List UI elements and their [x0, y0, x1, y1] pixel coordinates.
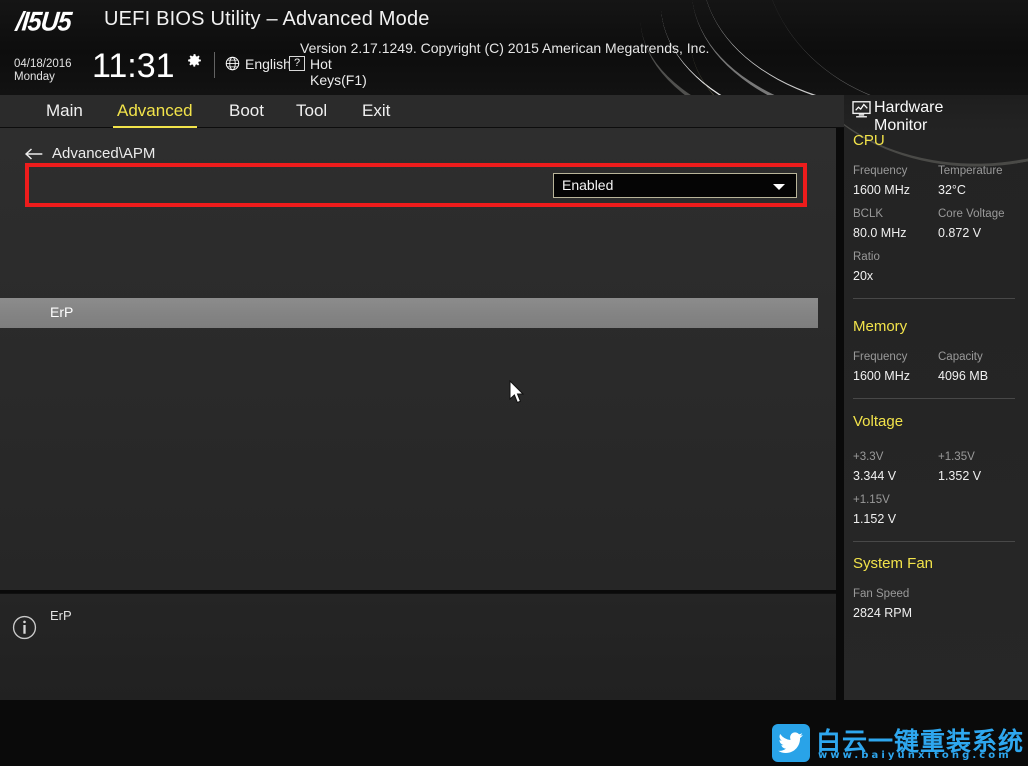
- section-title-voltage: Voltage: [853, 413, 904, 430]
- voltage-33v-value: 3.344 V: [853, 469, 897, 483]
- info-circle-icon: [12, 615, 37, 640]
- decorative-swoosh: [0, 700, 410, 766]
- tab-exit[interactable]: Exit: [358, 95, 394, 128]
- decorative-swoosh: [0, 700, 406, 766]
- memory-capacity-key: Capacity: [938, 351, 983, 363]
- cpu-core-voltage-value: 0.872 V: [938, 226, 982, 240]
- date-text: 04/18/2016: [14, 58, 72, 70]
- erp-value-dropdown[interactable]: Enabled: [553, 173, 797, 198]
- chevron-down-icon[interactable]: [773, 184, 785, 190]
- header-divider: [214, 52, 215, 78]
- fan-speed-value: 2824 RPM: [853, 606, 913, 620]
- section-title-system-fan: System Fan: [853, 555, 934, 572]
- language-label[interactable]: English: [245, 56, 291, 72]
- tab-advanced[interactable]: Advanced: [113, 95, 197, 128]
- gear-icon[interactable]: [186, 52, 203, 69]
- setting-row-erp[interactable]: ErP: [0, 298, 818, 328]
- cpu-ratio-value: 20x: [853, 269, 874, 283]
- cpu-temperature-key: Temperature: [938, 165, 1003, 177]
- decorative-swoosh: [684, 0, 1028, 95]
- bird-icon: [778, 732, 803, 753]
- cpu-ratio-key: Ratio: [853, 251, 880, 263]
- memory-frequency-value: 1600 MHz: [853, 369, 910, 383]
- cpu-frequency-value: 1600 MHz: [853, 183, 910, 197]
- fan-speed-key: Fan Speed: [853, 588, 910, 600]
- question-mark-icon[interactable]: ?: [289, 56, 305, 71]
- weekday-text: Monday: [14, 71, 55, 83]
- memory-capacity-value: 4096 MB: [938, 369, 989, 383]
- version-copyright-text: Version 2.17.1249. Copyright (C) 2015 Am…: [300, 40, 710, 56]
- page-title: UEFI BIOS Utility – Advanced Mode: [104, 8, 430, 30]
- setting-label-erp: ErP: [50, 304, 74, 320]
- voltage-135v-key: +1.35V: [938, 451, 975, 463]
- date-display: 04/18/2016 Monday: [14, 58, 72, 84]
- globe-icon[interactable]: [225, 56, 240, 71]
- memory-frequency-key: Frequency: [853, 351, 908, 363]
- arrow-cursor-icon: [509, 380, 525, 404]
- section-title-cpu: CPU: [853, 132, 885, 149]
- decorative-swoosh: [677, 0, 1028, 95]
- hardware-monitor-title: Hardware Monitor: [874, 99, 944, 134]
- section-divider: [853, 541, 1015, 542]
- monitor-chart-icon: [852, 101, 871, 118]
- hardware-monitor-sidebar: Hardware Monitor CPU Frequency 1600 MHz …: [844, 95, 1028, 700]
- cpu-core-voltage-key: Core Voltage: [938, 208, 1005, 220]
- cpu-temperature-value: 32°C: [938, 183, 966, 197]
- section-title-memory: Memory: [853, 318, 908, 335]
- voltage-135v-value: 1.352 V: [938, 469, 982, 483]
- tab-tool[interactable]: Tool: [292, 95, 331, 128]
- tab-main[interactable]: Main: [42, 95, 87, 128]
- watermark-url-text: www.baiyunxitong.com: [818, 750, 1012, 761]
- section-divider: [853, 398, 1015, 399]
- voltage-115v-key: +1.15V: [853, 494, 890, 506]
- decorative-swoosh: [671, 0, 1028, 95]
- hotkeys-label[interactable]: Hot Keys(F1): [310, 56, 367, 88]
- decorative-swoosh: [722, 0, 1028, 95]
- help-info-text: ErP: [50, 608, 72, 623]
- cpu-bclk-value: 80.0 MHz: [853, 226, 907, 240]
- watermark-logo: 白云一键重装系统 www.baiyunxitong.com: [772, 724, 1024, 764]
- section-divider: [853, 298, 1015, 299]
- breadcrumb-path[interactable]: Advanced\APM: [52, 145, 155, 162]
- decorative-swoosh: [0, 700, 414, 766]
- erp-selected-value: Enabled: [562, 177, 614, 193]
- help-info-panel: [0, 593, 836, 700]
- tab-boot[interactable]: Boot: [225, 95, 268, 128]
- back-arrow-icon[interactable]: [24, 147, 44, 161]
- cpu-frequency-key: Frequency: [853, 165, 908, 177]
- cpu-bclk-key: BCLK: [853, 208, 884, 220]
- clock-display: 11:31: [92, 47, 175, 85]
- asus-logo: /I5U5: [14, 6, 73, 38]
- breadcrumb: Advanced\APM: [0, 136, 836, 166]
- voltage-33v-key: +3.3V: [853, 451, 884, 463]
- voltage-115v-value: 1.152 V: [853, 512, 897, 526]
